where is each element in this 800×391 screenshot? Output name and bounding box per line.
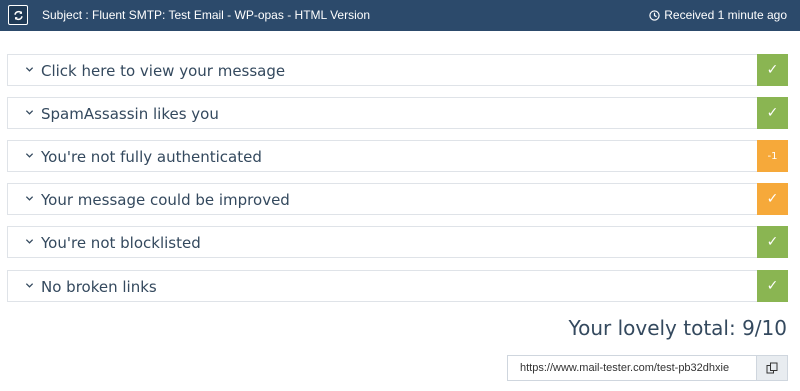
share-url-field[interactable]: https://www.mail-tester.com/test-pb32dhx… xyxy=(507,355,788,381)
result-label: SpamAssassin likes you xyxy=(41,105,219,123)
copy-button[interactable] xyxy=(756,355,788,381)
result-label: Click here to view your message xyxy=(41,62,286,80)
refresh-icon xyxy=(13,10,23,20)
badge-text: ✓ xyxy=(766,191,779,207)
refresh-button[interactable] xyxy=(8,5,28,25)
badge-text: ✓ xyxy=(766,62,779,78)
share-url-text: https://www.mail-tester.com/test-pb32dhx… xyxy=(520,362,730,374)
chevron-down-icon xyxy=(25,239,34,244)
status-badge: ✓ xyxy=(757,226,788,258)
total-score: Your lovely total: 9/10 xyxy=(568,316,787,340)
chevron-down-icon xyxy=(25,196,34,201)
badge-text: ✓ xyxy=(766,105,779,121)
status-badge: ✓ xyxy=(757,97,788,129)
chevron-down-icon xyxy=(25,110,34,115)
result-label: No broken links xyxy=(41,278,157,296)
badge-text: -1 xyxy=(767,150,778,162)
received-time: Received 1 minute ago xyxy=(649,8,787,23)
clock-icon xyxy=(649,10,660,21)
badge-text: ✓ xyxy=(766,278,779,294)
badge-text: ✓ xyxy=(766,234,779,250)
result-panel[interactable]: Your message could be improved ✓ xyxy=(7,183,788,215)
status-badge: ✓ xyxy=(757,270,788,302)
result-label: You're not fully authenticated xyxy=(41,148,262,166)
result-label: Your message could be improved xyxy=(41,191,290,209)
result-panel[interactable]: No broken links ✓ xyxy=(7,270,788,302)
status-badge: ✓ xyxy=(757,54,788,86)
chevron-down-icon xyxy=(25,67,34,72)
result-panel[interactable]: SpamAssassin likes you ✓ xyxy=(7,97,788,129)
result-panel[interactable]: You're not blocklisted ✓ xyxy=(7,226,788,258)
chevron-down-icon xyxy=(25,153,34,158)
result-label: You're not blocklisted xyxy=(41,234,201,252)
email-subject: Subject : Fluent SMTP: Test Email - WP-o… xyxy=(42,8,371,22)
status-badge: -1 xyxy=(757,140,788,172)
header-bar: Subject : Fluent SMTP: Test Email - WP-o… xyxy=(0,0,800,31)
chevron-down-icon xyxy=(25,283,34,288)
result-panel[interactable]: Click here to view your message ✓ xyxy=(7,54,788,86)
result-panel[interactable]: You're not fully authenticated -1 xyxy=(7,140,788,172)
status-badge: ✓ xyxy=(757,183,788,215)
received-text: Received 1 minute ago xyxy=(664,8,787,22)
copy-icon xyxy=(766,362,778,374)
